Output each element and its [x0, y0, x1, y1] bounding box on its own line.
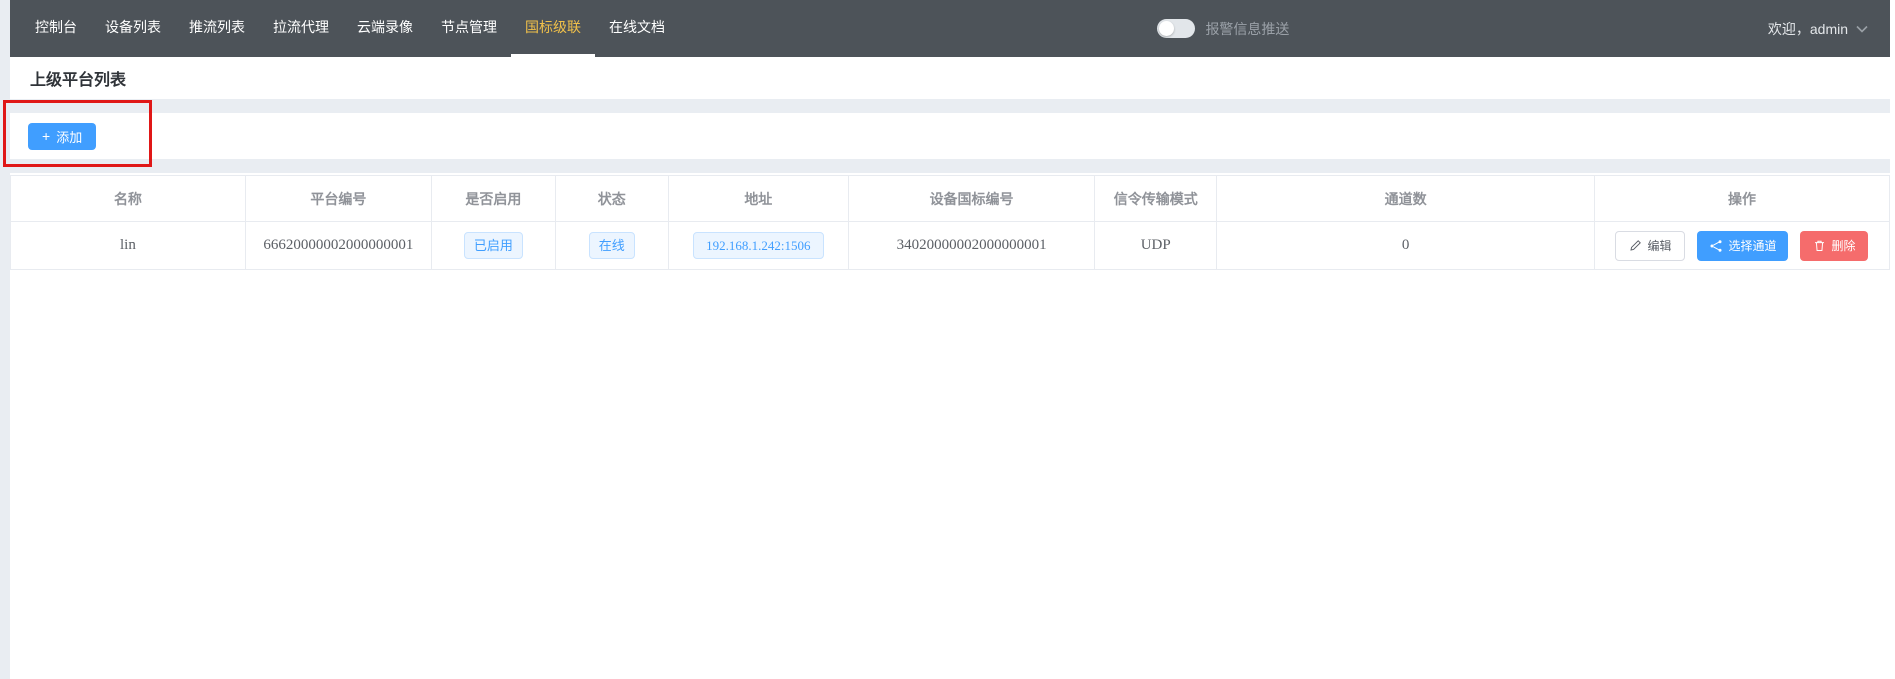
select-channel-button[interactable]: 选择通道	[1697, 231, 1788, 261]
enabled-badge: 已启用	[464, 232, 523, 260]
alarm-push-toggle[interactable]	[1157, 19, 1195, 38]
select-channel-button-label: 选择通道	[1728, 237, 1776, 254]
add-button[interactable]: + 添加	[28, 123, 96, 150]
nav-spacer-right	[1289, 0, 1767, 57]
pen-icon	[1629, 239, 1642, 252]
platform-table: 名称 平台编号 是否启用 状态 地址 设备国标编号 信令传输模式 通道数 操作 …	[10, 175, 1890, 270]
nav-item-node-management[interactable]: 节点管理	[427, 0, 511, 57]
nav-item-pull-proxy[interactable]: 拉流代理	[259, 0, 343, 57]
cell-enabled: 已启用	[431, 222, 555, 270]
action-buttons: 编辑 选择通道	[1595, 231, 1889, 261]
welcome-text: 欢迎，admin	[1768, 19, 1848, 39]
top-nav: 控制台 设备列表 推流列表 拉流代理 云端录像 节点管理 国标级联 在线文档 报…	[10, 0, 1890, 57]
nav-item-console[interactable]: 控制台	[21, 0, 91, 57]
spacer	[10, 99, 1890, 113]
nav-item-device-list[interactable]: 设备列表	[91, 0, 175, 57]
plus-icon: +	[42, 129, 50, 143]
header-status: 状态	[555, 176, 668, 222]
header-name: 名称	[11, 176, 246, 222]
header-signal-mode: 信令传输模式	[1095, 176, 1217, 222]
edit-button[interactable]: 编辑	[1615, 231, 1685, 261]
nav-spacer-left	[679, 0, 1157, 57]
toggle-knob	[1159, 21, 1174, 36]
app-container: 控制台 设备列表 推流列表 拉流代理 云端录像 节点管理 国标级联 在线文档 报…	[10, 0, 1890, 679]
cell-address: 192.168.1.242:1506	[668, 222, 848, 270]
alarm-push-label: 报警信息推送	[1205, 19, 1289, 39]
add-button-label: 添加	[56, 127, 82, 146]
header-actions: 操作	[1594, 176, 1889, 222]
delete-button-label: 删除	[1831, 237, 1855, 254]
cell-platform-id: 66620000002000000001	[245, 222, 431, 270]
header-channel-count: 通道数	[1217, 176, 1595, 222]
nav-item-online-docs[interactable]: 在线文档	[595, 0, 679, 57]
user-menu[interactable]: 欢迎，admin	[1768, 0, 1868, 57]
cell-name: lin	[11, 222, 246, 270]
edit-button-label: 编辑	[1647, 237, 1671, 254]
platform-table-card: 名称 平台编号 是否启用 状态 地址 设备国标编号 信令传输模式 通道数 操作 …	[10, 173, 1890, 679]
cell-device-gb-id: 34020000002000000001	[849, 222, 1095, 270]
chevron-down-icon	[1856, 24, 1868, 34]
header-enabled: 是否启用	[431, 176, 555, 222]
nav-item-gb-cascade[interactable]: 国标级联	[511, 0, 595, 57]
page-title: 上级平台列表	[30, 66, 126, 90]
cell-channel-count: 0	[1217, 222, 1595, 270]
alarm-push-group: 报警信息推送	[1157, 0, 1289, 57]
title-bar: 上级平台列表	[10, 57, 1890, 99]
table-row: lin 66620000002000000001 已启用 在线 192.168.…	[11, 222, 1890, 270]
right-edge-strip	[1890, 0, 1895, 679]
header-device-gb-id: 设备国标编号	[849, 176, 1095, 222]
toolbar: + 添加	[10, 113, 1890, 159]
address-badge[interactable]: 192.168.1.242:1506	[693, 232, 823, 260]
cell-signal-mode: UDP	[1095, 222, 1217, 270]
nav-item-cloud-recording[interactable]: 云端录像	[343, 0, 427, 57]
trash-icon	[1813, 239, 1826, 252]
nav-item-push-stream-list[interactable]: 推流列表	[175, 0, 259, 57]
status-badge: 在线	[589, 232, 635, 260]
header-platform-id: 平台编号	[245, 176, 431, 222]
header-address: 地址	[668, 176, 848, 222]
cell-status: 在线	[555, 222, 668, 270]
share-icon	[1709, 239, 1723, 253]
cell-actions: 编辑 选择通道	[1594, 222, 1889, 270]
spacer	[10, 159, 1890, 173]
table-header-row: 名称 平台编号 是否启用 状态 地址 设备国标编号 信令传输模式 通道数 操作	[11, 176, 1890, 222]
delete-button[interactable]: 删除	[1800, 231, 1868, 261]
